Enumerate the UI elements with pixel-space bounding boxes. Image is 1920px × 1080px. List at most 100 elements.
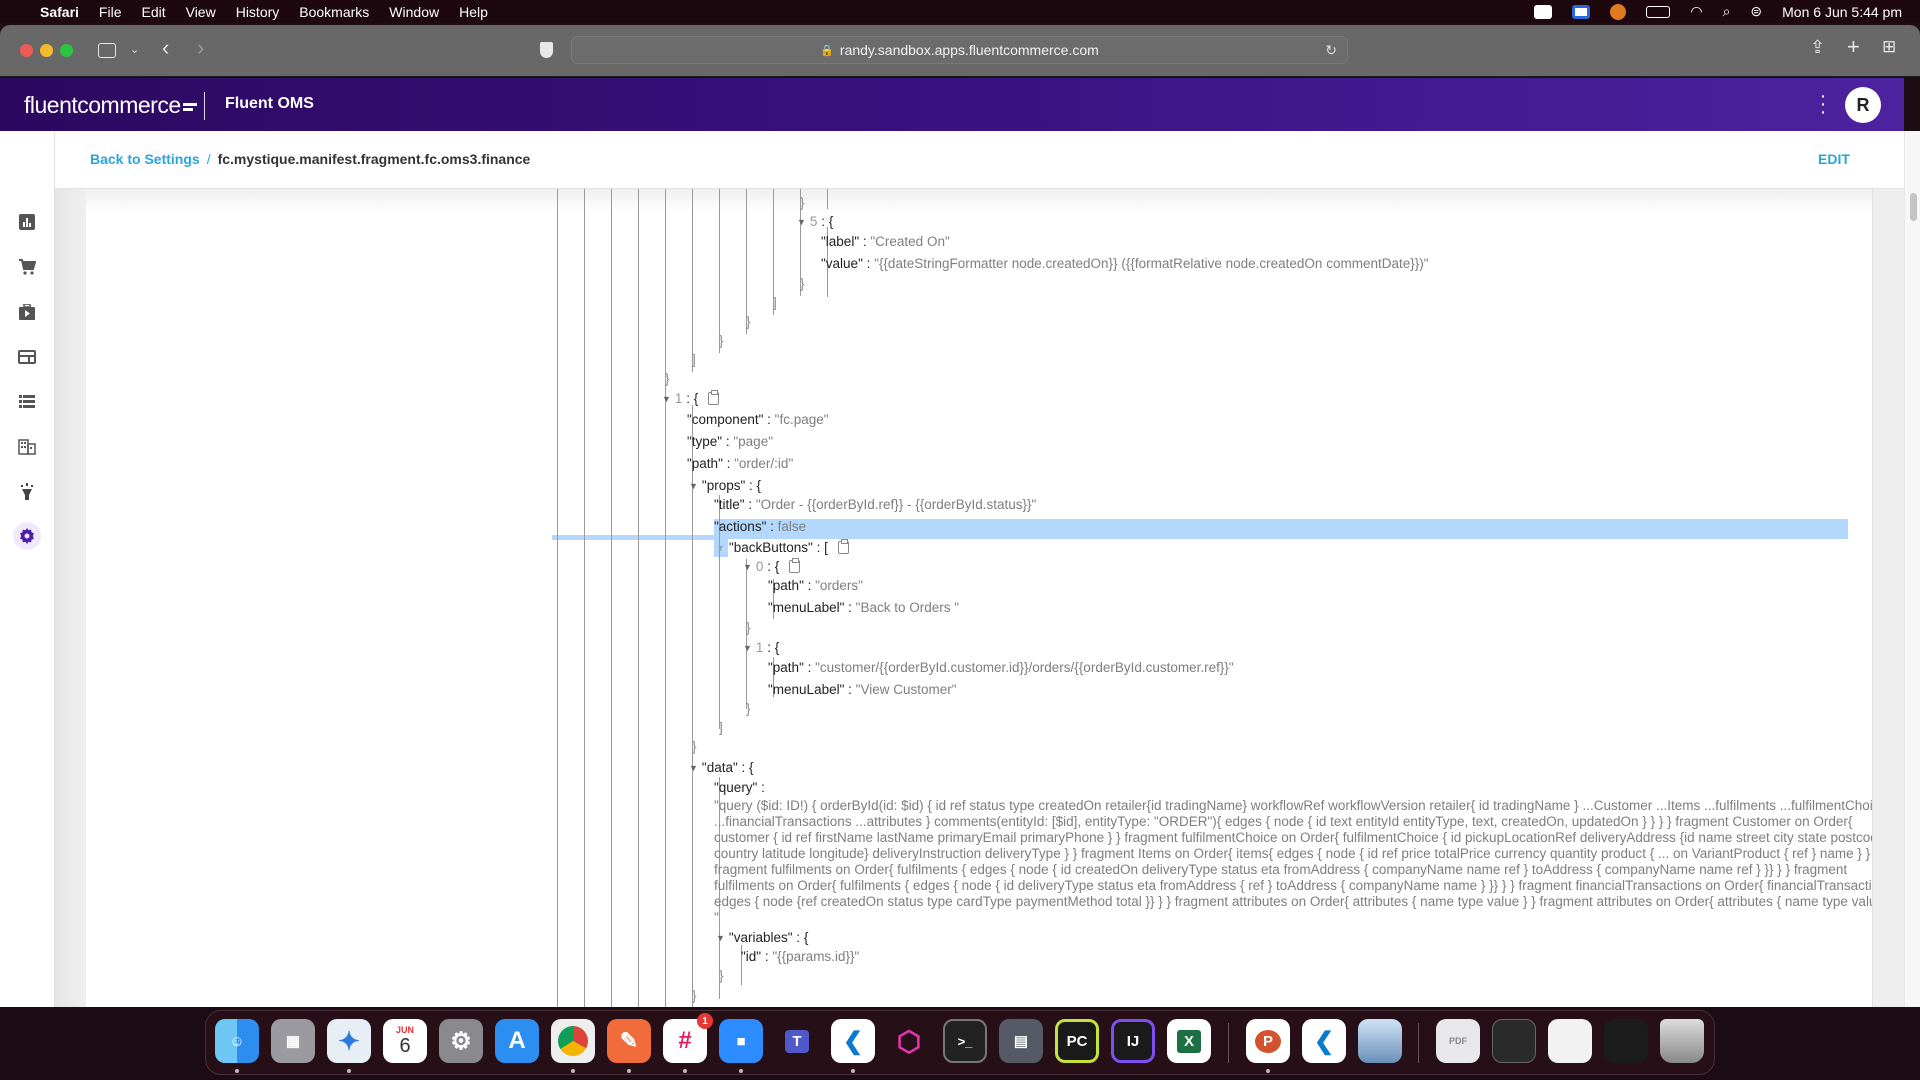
- dock-window-2[interactable]: [1548, 1019, 1592, 1063]
- dock-documents-folder[interactable]: PDF: [1436, 1019, 1480, 1063]
- menu-view[interactable]: View: [186, 4, 216, 20]
- spotlight-icon[interactable]: ⌕: [1723, 3, 1731, 20]
- fluent-commerce-logo[interactable]: fluentcommerce: [24, 92, 197, 119]
- collapse-triangle-icon[interactable]: ▼: [797, 213, 806, 231]
- json-node-data[interactable]: ▼ "data" : {: [689, 759, 754, 777]
- tab-overview-icon[interactable]: ⊞: [1882, 37, 1896, 57]
- battery-icon[interactable]: [1646, 5, 1671, 18]
- back-to-settings-link[interactable]: Back to Settings: [90, 151, 200, 167]
- share-icon[interactable]: ⇪: [1810, 37, 1825, 58]
- dock-window-3[interactable]: [1604, 1019, 1648, 1063]
- copy-clipboard-icon[interactable]: [789, 558, 801, 573]
- dock-app-store[interactable]: A: [495, 1019, 539, 1063]
- maximize-window-button[interactable]: [60, 44, 73, 57]
- building-icon[interactable]: [14, 434, 40, 460]
- collapse-triangle-icon[interactable]: ▼: [743, 639, 752, 657]
- collapse-triangle-icon[interactable]: ▼: [716, 539, 725, 557]
- dock-zoom[interactable]: ■: [719, 1019, 763, 1073]
- dock-finder[interactable]: ☺: [215, 1019, 259, 1073]
- vpn-icon[interactable]: [1610, 3, 1627, 20]
- list-icon[interactable]: [14, 389, 40, 415]
- minimize-window-button[interactable]: [40, 44, 53, 57]
- collapse-triangle-icon[interactable]: ▼: [662, 390, 671, 408]
- menu-edit[interactable]: Edit: [141, 4, 165, 20]
- menu-bookmarks[interactable]: Bookmarks: [299, 4, 369, 20]
- dock-powerpoint[interactable]: P: [1246, 1019, 1290, 1073]
- new-tab-icon[interactable]: +: [1847, 34, 1860, 60]
- json-node-backbutton-1[interactable]: ▼ 1 : {: [743, 639, 779, 657]
- collapse-triangle-icon[interactable]: ▼: [716, 929, 725, 947]
- back-icon[interactable]: ‹: [162, 35, 169, 61]
- scrollbar-thumb[interactable]: [1910, 193, 1917, 221]
- chevron-down-icon[interactable]: ⌄: [130, 43, 139, 56]
- zoom-icon[interactable]: [1534, 4, 1553, 19]
- dock-safari[interactable]: ✦: [327, 1019, 371, 1073]
- json-query-value: "query ($id: ID!) { orderById(id: $id) {…: [714, 798, 1872, 925]
- settings-icon[interactable]: [13, 522, 41, 550]
- control-center-icon[interactable]: ⊜: [1750, 3, 1762, 20]
- dock-window-1[interactable]: [1492, 1019, 1536, 1063]
- menu-app-safari[interactable]: Safari: [40, 4, 79, 20]
- intellij-icon: IJ: [1126, 1032, 1140, 1050]
- dock-vscode[interactable]: ❮: [831, 1019, 875, 1073]
- dock-chrome[interactable]: [551, 1019, 595, 1073]
- dock-graphql[interactable]: ⬡: [887, 1019, 931, 1063]
- copy-clipboard-icon[interactable]: [837, 539, 849, 554]
- close-window-button[interactable]: [20, 44, 33, 57]
- collapse-triangle-icon[interactable]: ▼: [689, 759, 698, 777]
- json-line-menulabel: "menuLabel" : "View Customer": [768, 682, 957, 697]
- edit-button[interactable]: EDIT: [1818, 151, 1850, 167]
- dock-network-utility[interactable]: ▤: [999, 1019, 1043, 1063]
- dock-vscode-2[interactable]: ❮: [1302, 1019, 1346, 1063]
- breadcrumb: Back to Settings / fc.mystique.manifest.fr…: [90, 151, 530, 167]
- dock-system-preferences[interactable]: ⚙: [439, 1019, 483, 1063]
- copy-clipboard-icon[interactable]: [708, 390, 720, 405]
- dock-intellij[interactable]: IJ: [1111, 1019, 1155, 1063]
- dock-pycharm[interactable]: PC: [1055, 1019, 1099, 1063]
- breadcrumb-current: fc.mystique.manifest.fragment.fc.oms3.fi…: [217, 151, 531, 167]
- json-viewer-panel: } ▼ 5 : { "label" : "Created On" "value" …: [86, 189, 1872, 1007]
- menu-file[interactable]: File: [99, 4, 122, 20]
- menu-window[interactable]: Window: [389, 4, 439, 20]
- forward-icon[interactable]: ›: [197, 35, 204, 61]
- menu-history[interactable]: History: [236, 4, 280, 20]
- wifi-icon[interactable]: ◠: [1690, 3, 1702, 20]
- json-node-props[interactable]: ▼ "props" : {: [689, 477, 761, 495]
- page-scrollbar[interactable]: [1904, 131, 1920, 1007]
- privacy-shield-icon[interactable]: [540, 42, 553, 58]
- json-node-item5[interactable]: ▼ 5 : {: [797, 213, 833, 231]
- collapse-triangle-icon[interactable]: ▼: [743, 558, 752, 576]
- dock-excel[interactable]: X: [1167, 1019, 1211, 1063]
- sidebar-toggle-icon[interactable]: [98, 43, 116, 58]
- json-node-backbuttons[interactable]: ▼ "backButtons" : [: [716, 539, 849, 557]
- collapse-triangle-icon[interactable]: ▼: [689, 477, 698, 495]
- cart-icon[interactable]: [14, 254, 40, 280]
- dock-separator: [1418, 1023, 1419, 1063]
- logo-text-commerce: commerce: [77, 92, 181, 118]
- dock-trash[interactable]: [1660, 1019, 1704, 1063]
- address-bar[interactable]: 🔒 randy.sandbox.apps.fluentcommerce.com …: [571, 36, 1348, 64]
- analytics-icon[interactable]: [14, 209, 40, 235]
- dock-calendar[interactable]: JUN 6: [383, 1019, 427, 1063]
- clock[interactable]: Mon 6 Jun 5:44 pm: [1782, 4, 1902, 20]
- window-icon[interactable]: [14, 344, 40, 370]
- app-icon[interactable]: [1572, 4, 1591, 19]
- json-node-variables[interactable]: ▼ "variables" : {: [716, 929, 808, 947]
- briefcase-icon[interactable]: [14, 299, 40, 325]
- dock-separator: [1228, 1023, 1229, 1063]
- dock-launchpad[interactable]: ▦: [271, 1019, 315, 1063]
- user-avatar[interactable]: R: [1845, 87, 1881, 123]
- menu-help[interactable]: Help: [459, 4, 488, 20]
- indent-guide: [719, 189, 720, 353]
- dock-slack[interactable]: #1: [663, 1013, 713, 1073]
- dock-terminal[interactable]: >_: [943, 1019, 987, 1063]
- lamp-icon[interactable]: [14, 479, 40, 505]
- dock-postman[interactable]: ✎: [607, 1019, 651, 1073]
- json-node-backbutton-0[interactable]: ▼ 0 : {: [743, 558, 801, 576]
- graphql-icon: ⬡: [896, 1025, 922, 1057]
- json-node-page1[interactable]: ▼ 1 : {: [662, 390, 720, 408]
- reload-icon[interactable]: ↻: [1325, 42, 1337, 59]
- dock-preview[interactable]: [1358, 1019, 1402, 1063]
- more-options-icon[interactable]: · · ·: [1818, 86, 1828, 122]
- dock-teams[interactable]: T: [775, 1019, 819, 1063]
